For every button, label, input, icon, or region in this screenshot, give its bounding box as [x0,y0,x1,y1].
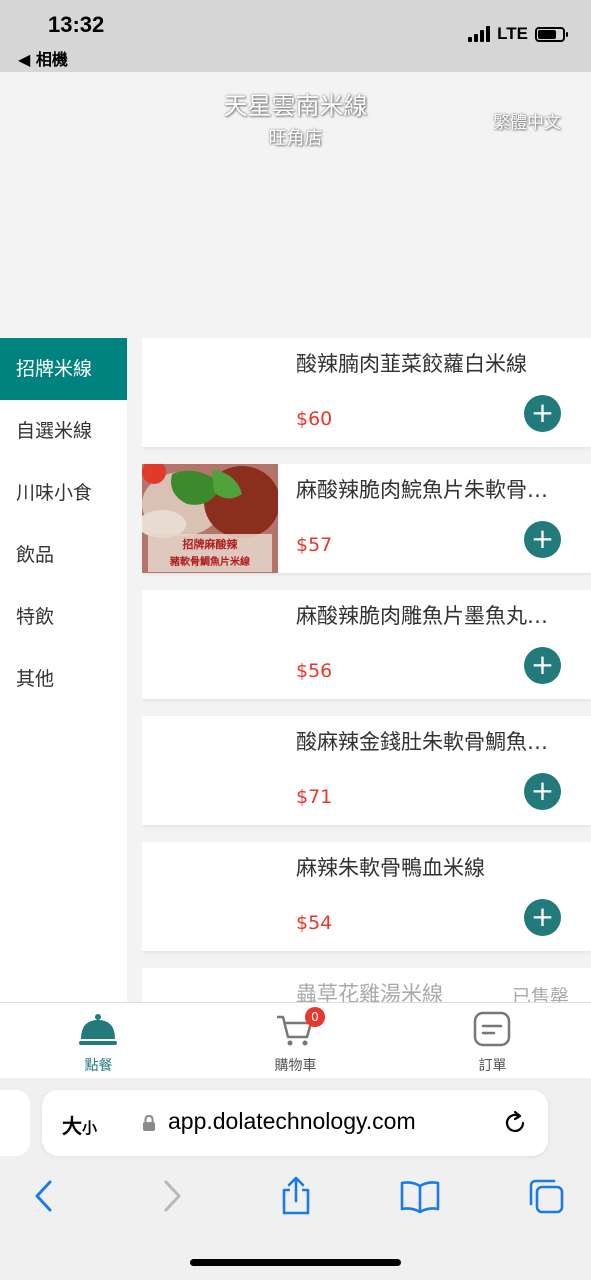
category-item[interactable]: 飲品 [0,524,127,586]
category-item[interactable]: 招牌米線 [0,338,127,400]
language-switch[interactable]: 繁體中文 [493,108,561,133]
item-price: $54 [296,912,333,934]
forward-icon[interactable] [152,1176,192,1216]
status-bar: 13:32 ◀ 相機 LTE [0,0,591,72]
network-label: LTE [497,24,528,43]
text-size-button[interactable]: 大小 [62,1110,97,1139]
menu-item[interactable]: 酸辣腩肉韮菜餃蘿白米線 $60 + [142,338,591,447]
category-item[interactable]: 其他 [0,648,127,710]
battery-icon [535,26,568,42]
address-bar[interactable]: 大小 app.dolatechnology.com [42,1090,548,1156]
category-item[interactable]: 自選米線 [0,400,127,462]
item-price: $71 [296,786,333,808]
text-size-small: 小 [82,1119,98,1137]
dish-photo-caption-1: 招牌麻酸辣 [183,537,239,551]
menu-item[interactable]: 酸麻辣金錢肚朱軟骨鯛魚米線 $71 + [142,716,591,825]
shop-header: 天星雲南米線 旺角店 繁體中文 [0,72,591,338]
tabs-icon[interactable] [526,1176,566,1216]
bookmarks-icon[interactable] [400,1176,440,1216]
add-to-cart-button[interactable]: + [524,395,561,432]
cloche-icon [79,1014,117,1045]
tab-orders[interactable]: 訂單 [394,1003,591,1079]
signal-icon [468,26,491,42]
add-to-cart-button[interactable]: + [524,521,561,558]
item-name: 麻辣朱軟骨鴨血米線 [296,856,485,880]
item-name: 麻酸辣脆肉雕魚片墨魚丸米線 [296,604,568,628]
item-price: $56 [296,660,333,682]
share-icon[interactable] [276,1176,316,1216]
category-item[interactable]: 川味小食 [0,462,127,524]
reload-icon[interactable] [502,1110,528,1136]
text-size-large: 大 [62,1114,82,1138]
category-item[interactable]: 特飲 [0,586,127,648]
dish-photo-caption-2: 豬軟骨鯛魚片米線 [169,555,250,568]
item-name: 酸麻辣金錢肚朱軟骨鯛魚米線 [296,730,568,754]
tab-order-food[interactable]: 點餐 [0,1003,197,1079]
tab-label: 點餐 [84,1058,113,1074]
tab-label: 購物車 [274,1058,317,1074]
item-name: 蟲草花雞湯米線 [296,982,443,1002]
status-time: 13:32 [48,12,105,37]
home-indicator[interactable] [190,1259,401,1266]
item-price: $60 [296,408,333,430]
add-to-cart-button[interactable]: + [524,899,561,936]
browser-chrome: 大小 app.dolatechnology.com [0,1078,591,1280]
lock-icon [143,1115,155,1131]
menu-item[interactable]: 招牌麻酸辣 豬軟骨鯛魚片米線 麻酸辣脆肉鯇魚片朱軟骨鯛魚米線 $57 + [142,464,591,573]
menu-item[interactable]: 麻酸辣脆肉雕魚片墨魚丸米線 $56 + [142,590,591,699]
category-sidebar: 招牌米線 自選米線 川味小食 飲品 特飲 其他 [0,338,127,1002]
add-to-cart-button[interactable]: + [524,647,561,684]
menu-item-soldout: 蟲草花雞湯米線 已售罄 [142,968,591,1002]
status-indicators: LTE [468,24,568,44]
bottom-tab-bar: 點餐 0 購物車 訂單 [0,1002,591,1078]
dish-photo: 招牌麻酸辣 豬軟骨鯛魚片米線 [142,464,278,573]
previous-tab-preview[interactable] [0,1090,30,1156]
menu-item[interactable]: 麻辣朱軟骨鴨血米線 $54 + [142,842,591,951]
back-to-camera-link[interactable]: ◀ 相機 [18,46,68,70]
order-icon [473,1011,511,1047]
menu-list: 酸辣腩肉韮菜餃蘿白米線 $60 + 招牌麻酸辣 豬軟骨鯛魚片米線 麻酸辣脆肉鯇魚… [142,338,591,1002]
item-name: 麻酸辣脆肉鯇魚片朱軟骨鯛魚米線 [296,478,568,502]
cart-badge: 0 [305,1007,325,1027]
soldout-label: 已售罄 [512,986,570,1002]
tab-label: 訂單 [478,1058,507,1074]
back-icon[interactable] [24,1176,64,1216]
tab-cart[interactable]: 0 購物車 [197,1003,394,1079]
add-to-cart-button[interactable]: + [524,773,561,810]
item-name: 酸辣腩肉韮菜餃蘿白米線 [296,352,527,376]
url-text: app.dolatechnology.com [168,1108,416,1134]
item-price: $57 [296,534,333,556]
